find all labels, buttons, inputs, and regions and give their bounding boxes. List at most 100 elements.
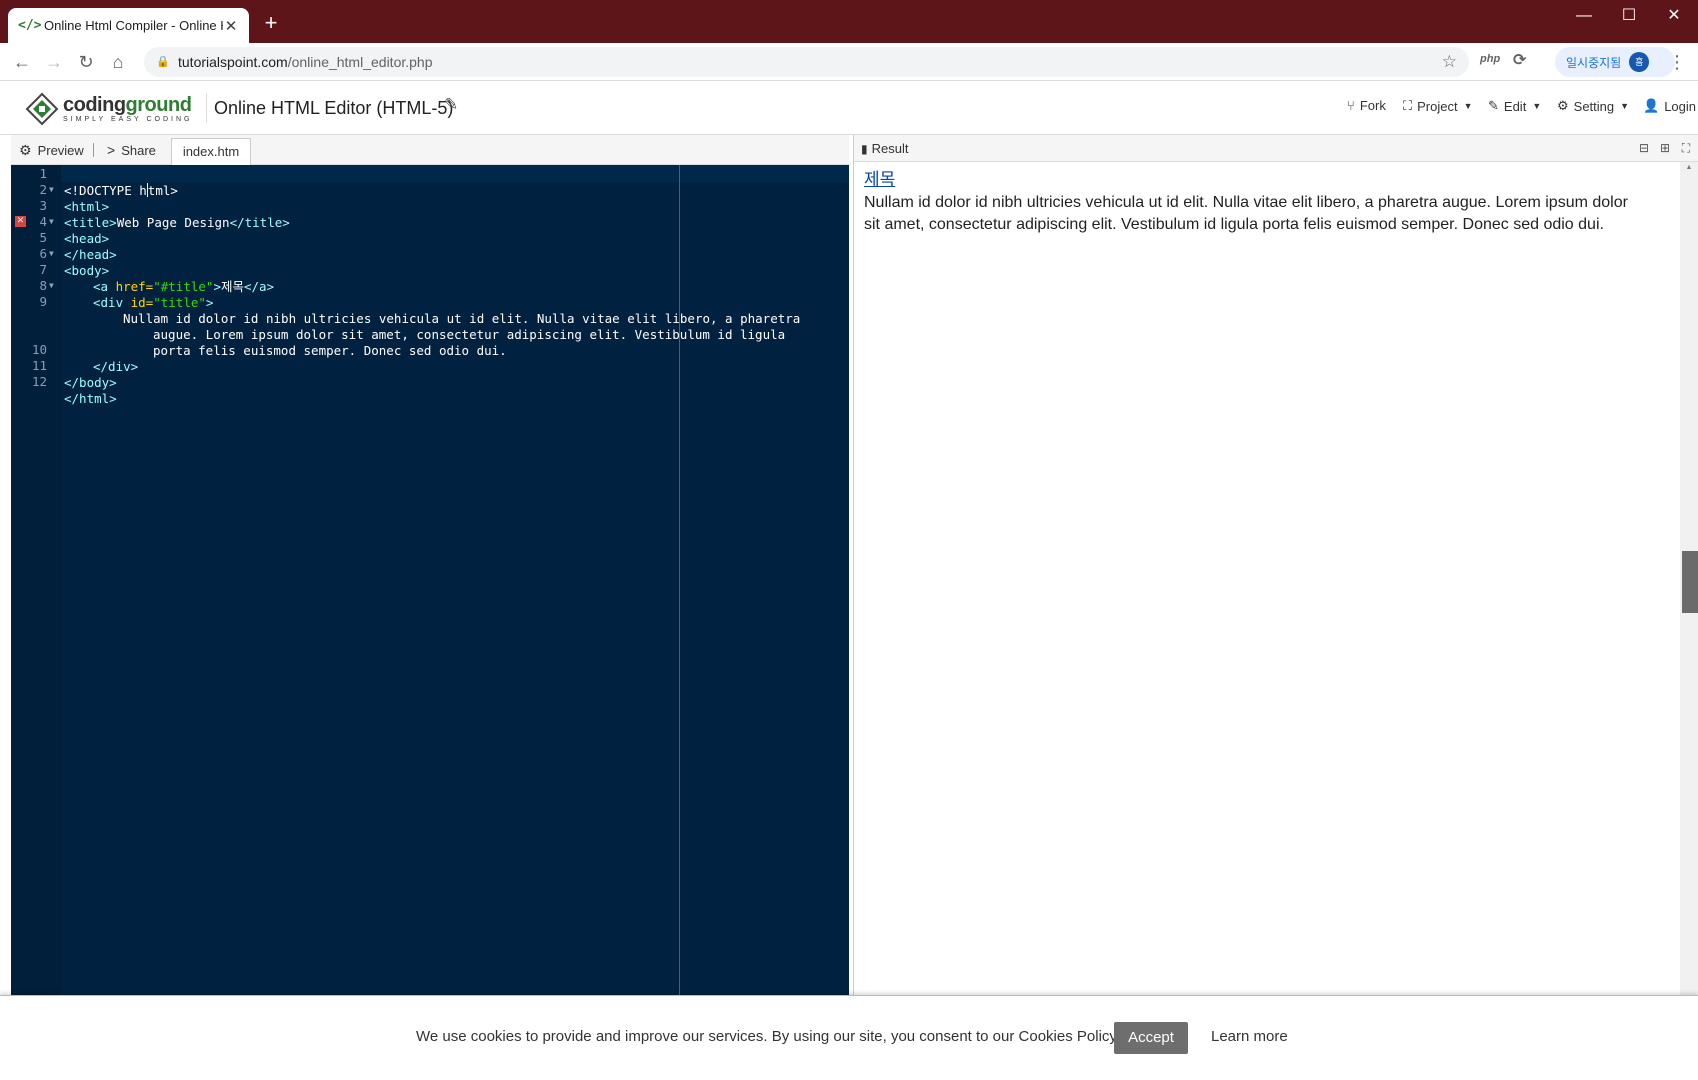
code-line-2: <html> bbox=[11, 181, 849, 214]
result-pane: ▮ Result ⊟ ⊞ ⛶ 제목 Nullam id dolor id nib… bbox=[853, 135, 1698, 997]
url-text: tutorialspoint.com/online_html_editor.ph… bbox=[178, 54, 433, 70]
url-domain: tutorialspoint.com bbox=[178, 54, 288, 70]
code-line-9b: augue. Lorem ipsum dolor sit amet, conse… bbox=[11, 309, 849, 342]
browser-menu-icon[interactable]: ⋮ bbox=[1668, 53, 1686, 71]
edit-menu[interactable]: ✎ Edit ▼ bbox=[1488, 98, 1541, 114]
login-button[interactable]: 👤 Login bbox=[1643, 98, 1696, 114]
scroll-up-icon[interactable]: ▲ bbox=[1680, 164, 1698, 171]
new-tab-button[interactable]: + bbox=[260, 12, 282, 34]
avatar: 흠 bbox=[1629, 52, 1650, 72]
project-label: Project bbox=[1417, 98, 1458, 114]
share-label: Share bbox=[121, 142, 156, 158]
maximize-icon[interactable]: ☐ bbox=[1611, 4, 1647, 28]
fork-icon: ⑂ bbox=[1347, 98, 1355, 113]
learn-more-link[interactable]: Learn more bbox=[1211, 1028, 1288, 1045]
output-paragraph-line-2: sit amet, consectetur adipiscing elit. V… bbox=[864, 216, 1604, 233]
share-button[interactable]: > Share bbox=[107, 142, 156, 158]
code-line-7: <a href="#title">제목</a> bbox=[11, 261, 849, 294]
url-input[interactable]: 🔒 tutorialspoint.com/online_html_editor.… bbox=[144, 47, 1469, 77]
result-output: 제목 Nullam id dolor id nibh ultricies veh… bbox=[864, 169, 1684, 236]
edit-icon: ✎ bbox=[1488, 98, 1499, 113]
code-line-12: </html> bbox=[11, 373, 849, 406]
page-title: Online HTML Editor (HTML-5) bbox=[214, 98, 454, 118]
url-path: /online_html_editor.php bbox=[287, 54, 433, 70]
fork-label: Fork bbox=[1359, 98, 1386, 113]
caret-down-icon: ▼ bbox=[1532, 101, 1542, 111]
editor-toolbar: ⚙ Preview > Share index.htm bbox=[11, 135, 849, 165]
minimize-icon[interactable]: — bbox=[1566, 4, 1602, 28]
logo-mark-icon bbox=[25, 92, 59, 126]
browser-tab[interactable]: </> Online Html Compiler - Online H ✕ bbox=[8, 8, 249, 43]
extension-php[interactable]: php bbox=[1480, 53, 1500, 65]
editor-pane: ⚙ Preview > Share index.htm 1 2 ▼ 3 4 ▼ ✕ 5 6 ▼ 7 8… bbox=[11, 135, 849, 997]
terminal-icon: > bbox=[107, 142, 116, 158]
collapse-icon[interactable]: ⊟ bbox=[1636, 140, 1652, 156]
logo-tagline: SIMPLY EASY CODING bbox=[63, 116, 193, 123]
logo-text: codingground SIMPLY EASY CODING bbox=[63, 95, 192, 123]
preview-label: Preview bbox=[37, 143, 84, 158]
window-close-icon[interactable]: ✕ bbox=[1656, 4, 1692, 28]
extension-refresh-icon[interactable]: ⟳ bbox=[1513, 50, 1526, 70]
code-line-9c: porta felis euismod semper. Donec sed od… bbox=[11, 325, 849, 358]
caret-down-icon: ▼ bbox=[1463, 101, 1473, 111]
forward-icon[interactable]: → bbox=[42, 51, 66, 75]
edit-title-icon[interactable]: ✎ bbox=[444, 95, 458, 115]
fork-button[interactable]: ⑂ Fork bbox=[1347, 98, 1386, 113]
bar-chart-icon: ▮ bbox=[861, 141, 868, 156]
code-line-5: </head> bbox=[11, 229, 849, 262]
edit-label: Edit bbox=[1503, 98, 1527, 114]
setting-label: Setting bbox=[1573, 98, 1615, 114]
fullscreen-icon[interactable]: ⛶ bbox=[1678, 140, 1694, 156]
gears-icon: ⚙ bbox=[19, 142, 32, 158]
code-line-11: </body> bbox=[11, 357, 849, 390]
result-title: ▮ Result bbox=[861, 141, 908, 156]
code-line-6: <body> bbox=[11, 245, 849, 278]
output-paragraph-line-1: Nullam id dolor id nibh ultricies vehicu… bbox=[864, 194, 1628, 211]
code-line-4: <head> bbox=[11, 213, 849, 246]
code-editor[interactable]: 1 2 ▼ 3 4 ▼ ✕ 5 6 ▼ 7 8 ▼ 9 10 11 12 <!DOCTYPE html> <ht… bbox=[11, 165, 849, 997]
caret-down-icon: ▼ bbox=[1620, 101, 1630, 111]
address-bar-row: ← → ↻ ⌂ 🔒 tutorialspoint.com/online_html… bbox=[0, 43, 1698, 81]
code-text: </html> bbox=[64, 391, 117, 406]
expand-icon[interactable]: ⊞ bbox=[1657, 140, 1673, 156]
gear-icon: ⚙ bbox=[1557, 98, 1569, 113]
lock-icon: 🔒 bbox=[156, 56, 170, 68]
setting-menu[interactable]: ⚙ Setting ▼ bbox=[1557, 98, 1629, 114]
project-menu[interactable]: ⛶ Project ▼ bbox=[1403, 98, 1473, 114]
file-tab-index[interactable]: index.htm bbox=[171, 138, 251, 165]
code-line-3: <title>Web Page Design</title> bbox=[11, 197, 849, 230]
login-label: Login bbox=[1664, 98, 1696, 114]
result-scrollbar[interactable]: ▲ bbox=[1680, 162, 1698, 997]
toolbar-divider bbox=[93, 143, 94, 157]
code-line-10: </div> bbox=[11, 341, 849, 374]
close-icon[interactable]: ✕ bbox=[223, 17, 239, 35]
sitemap-icon: ⛶ bbox=[1403, 98, 1413, 113]
profile-status: 일시중지됨 bbox=[1566, 55, 1622, 70]
back-icon[interactable]: ← bbox=[10, 51, 34, 75]
browser-tab-bar: </> Online Html Compiler - Online H ✕ + … bbox=[0, 0, 1698, 43]
header-divider bbox=[206, 93, 207, 123]
profile-button[interactable]: 일시중지됨 흠 bbox=[1555, 47, 1675, 77]
site-header: codingground SIMPLY EASY CODING Online H… bbox=[0, 81, 1698, 135]
code-line-8: <div id="title"> bbox=[11, 277, 849, 310]
result-toolbar: ▮ Result ⊟ ⊞ ⛶ bbox=[854, 135, 1698, 162]
scrollbar-thumb[interactable] bbox=[1682, 551, 1698, 613]
code-icon: </> bbox=[18, 18, 42, 33]
cookie-message: We use cookies to provide and improve ou… bbox=[416, 1028, 1120, 1045]
code-line-9a: Nullam id dolor id nibh ultricies vehicu… bbox=[11, 293, 849, 326]
cookie-banner: We use cookies to provide and improve ou… bbox=[0, 995, 1698, 1080]
result-label: Result bbox=[871, 141, 909, 156]
logo-main: coding bbox=[63, 94, 126, 116]
bookmark-star-icon[interactable]: ☆ bbox=[1442, 52, 1457, 72]
code-line-1: <!DOCTYPE html> bbox=[11, 165, 849, 198]
home-icon[interactable]: ⌂ bbox=[106, 51, 130, 75]
tab-title: Online Html Compiler - Online H bbox=[44, 18, 223, 33]
user-icon: 👤 bbox=[1643, 98, 1660, 113]
output-link[interactable]: 제목 bbox=[864, 170, 895, 189]
accept-button[interactable]: Accept bbox=[1114, 1022, 1188, 1054]
preview-button[interactable]: ⚙ Preview bbox=[19, 142, 84, 159]
reload-icon[interactable]: ↻ bbox=[74, 51, 98, 75]
logo-wordmark: codingground bbox=[63, 95, 192, 115]
codingground-logo[interactable]: codingground SIMPLY EASY CODING bbox=[25, 89, 192, 129]
logo-accent: ground bbox=[125, 94, 192, 116]
